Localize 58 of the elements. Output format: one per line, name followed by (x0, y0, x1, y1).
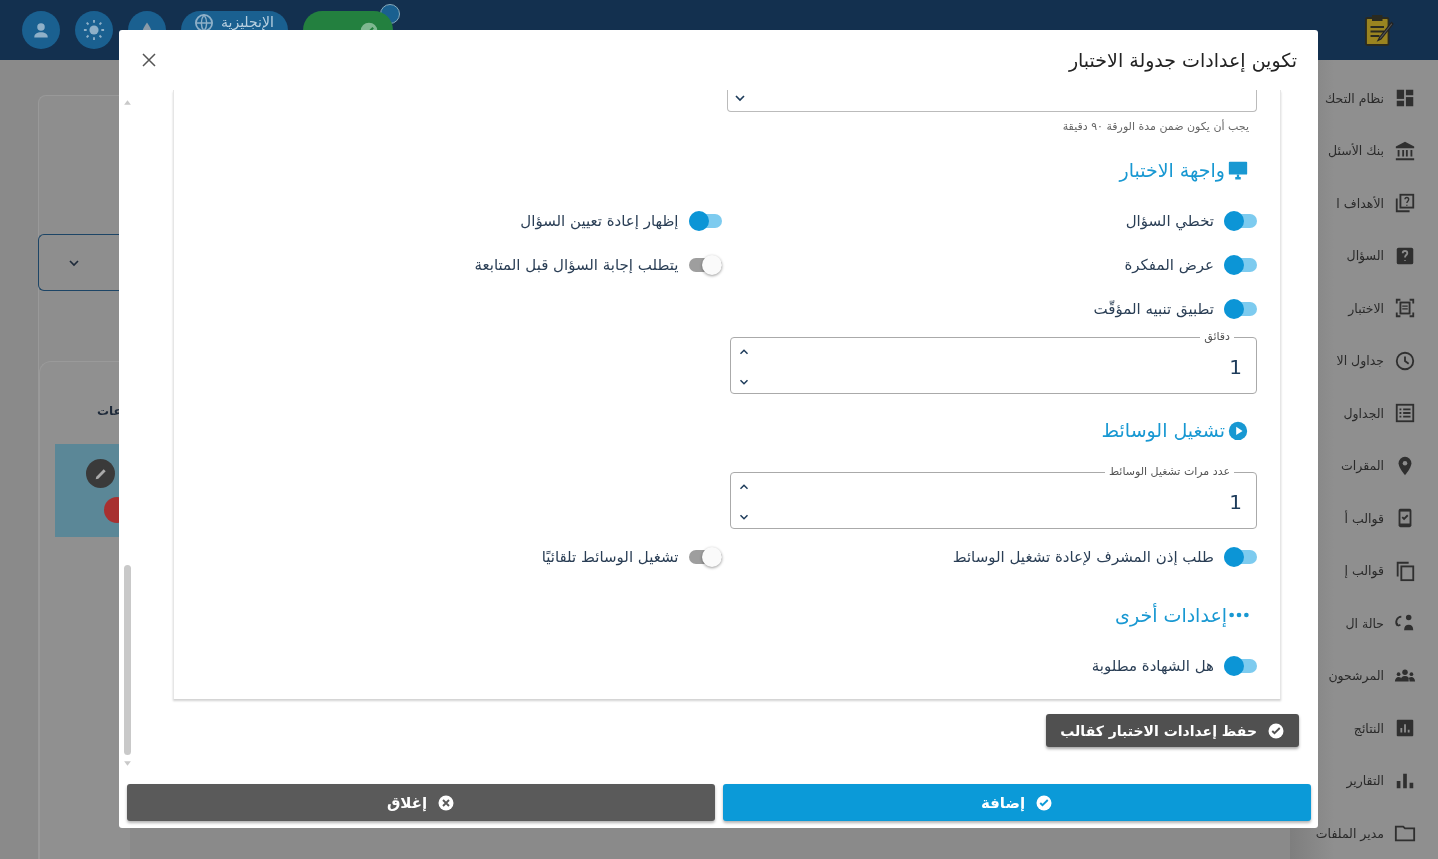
question-book-icon (1394, 192, 1416, 215)
save-template-button[interactable]: حفظ إعدادات الاختبار كقالب (1046, 714, 1299, 747)
document-frame-icon (1394, 297, 1416, 320)
sidebar-item[interactable]: الجداول (1290, 387, 1438, 440)
toggle-label: تطبيق تنبيه المؤقّت (1093, 300, 1214, 318)
toggle-label: تشغيل الوسائط تلقائيًا (541, 548, 679, 566)
sun-icon (83, 19, 105, 41)
person-icon (32, 21, 50, 39)
toggle-switch[interactable] (1224, 211, 1257, 231)
toggle-label: طلب إذن المشرف لإعادة تشغيل الوسائط (952, 548, 1214, 566)
sidebar-item[interactable]: نظام التحك (1290, 72, 1438, 125)
sidebar-item[interactable]: المقرات (1290, 439, 1438, 492)
sidebar-item[interactable]: بنك الأسئل (1290, 124, 1438, 177)
toggle-switch[interactable] (688, 211, 722, 231)
section-title: واجهة الاختبار (1119, 159, 1225, 181)
scrollbar-thumb[interactable] (123, 565, 131, 755)
play-icon (1227, 419, 1249, 441)
toggle-label: يتطلب إجابة السؤال قبل المتابعة (474, 256, 679, 274)
section-title: تشغيل الوسائط (1101, 419, 1225, 441)
sidebar-item[interactable]: جداول الا (1290, 334, 1438, 387)
toggle-switch[interactable] (1224, 255, 1257, 275)
add-button[interactable]: إضافة (723, 784, 1311, 821)
edit-button[interactable] (86, 459, 115, 488)
copy-icon (1394, 559, 1416, 582)
theme-button[interactable] (75, 11, 113, 49)
dialog-title: تكوين إعدادات جدولة الاختبار (1068, 49, 1297, 71)
toggle-label: إظهار إعادة تعيين السؤال (520, 212, 679, 230)
close-circle-icon (437, 793, 456, 812)
toggle-switch[interactable] (1224, 299, 1257, 319)
close-icon (140, 51, 158, 69)
toggle-label: تخطي السؤال (1125, 212, 1214, 230)
cancel-button[interactable]: إغلاق (127, 784, 715, 821)
section-title: إعدادات أخرى (1115, 604, 1227, 626)
check-circle-icon (1035, 793, 1054, 812)
profile-button[interactable] (22, 11, 60, 49)
sidebar-item[interactable]: قوالب إ (1290, 544, 1438, 597)
card-title: عات (97, 404, 121, 418)
sidebar-item[interactable]: السؤال (1290, 229, 1438, 282)
toggle-switch[interactable] (1224, 656, 1257, 676)
helper-text: يجب أن يكون ضمن مدة الورقة ٩٠ دقيقة (1061, 120, 1250, 134)
bank-icon (1394, 139, 1416, 162)
toggle-switch[interactable] (688, 255, 722, 275)
monitor-icon (1227, 159, 1249, 181)
clock-icon (1394, 349, 1416, 372)
toggle-label: عرض المفكرة (1124, 256, 1214, 274)
toggle-switch[interactable] (688, 547, 722, 567)
sidebar-item[interactable]: المرشحون (1290, 649, 1438, 702)
sidebar-item[interactable]: قوالب أ (1290, 492, 1438, 545)
more-icon (1229, 612, 1249, 618)
sidebar-item[interactable]: الاختبار (1290, 282, 1438, 335)
toggle-switch[interactable] (1224, 547, 1257, 567)
globe-icon (195, 14, 213, 32)
check-circle-icon (1267, 721, 1285, 740)
list-icon (1394, 402, 1416, 425)
sidebar-item[interactable]: الأهداف ا (1290, 177, 1438, 230)
toggle-label: هل الشهادة مطلوبة (1091, 657, 1214, 675)
sidebar-item[interactable]: حالة ال (1290, 597, 1438, 650)
select-field[interactable] (727, 90, 1257, 112)
